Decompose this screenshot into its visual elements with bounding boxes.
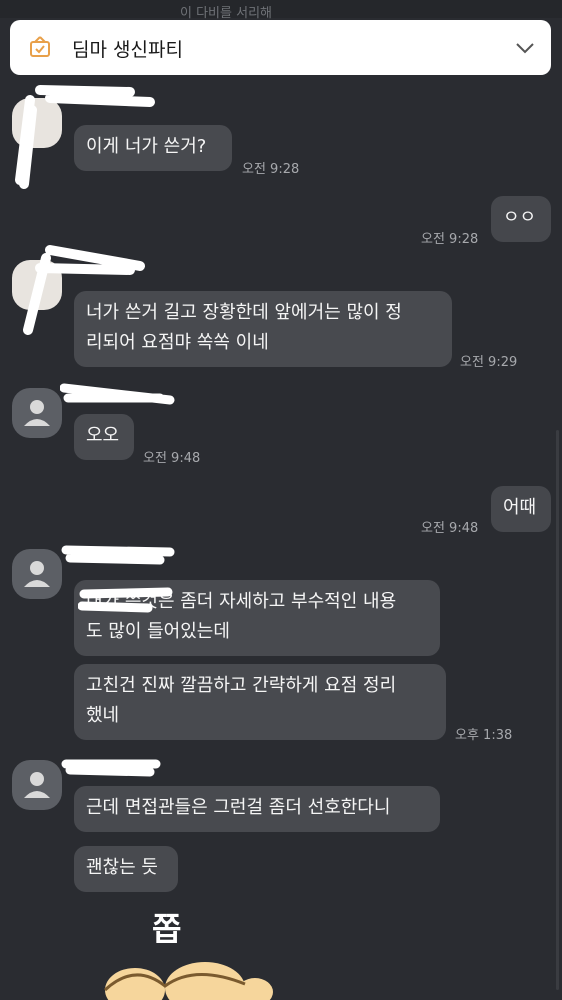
redaction-scribble [61, 759, 161, 777]
redaction-scribble [78, 587, 173, 613]
top-strip: 이 다비를 서리해 [0, 0, 562, 21]
message-time: 오전 9:28 [421, 232, 479, 247]
gift-box-icon [28, 35, 52, 59]
avatar[interactable] [12, 388, 62, 438]
chevron-down-icon[interactable] [515, 38, 535, 58]
message-bubble-incoming[interactable]: 근데 면접관들은 그런걸 좀더 선호한다니 [74, 786, 440, 832]
scrollbar[interactable] [556, 430, 559, 990]
message-time: 오전 9:29 [460, 355, 518, 370]
bear-sticker[interactable] [95, 960, 275, 1000]
sticker-text: 쫍 [152, 910, 182, 948]
message-bubble-outgoing[interactable]: ㅇㅇ [491, 196, 551, 242]
redaction-scribble [61, 545, 175, 565]
avatar[interactable] [12, 760, 62, 810]
message-time: 오전 9:48 [421, 521, 479, 536]
message-bubble-incoming[interactable]: 이게 너가 쓴거? [74, 125, 232, 171]
avatar[interactable] [12, 549, 62, 599]
message-bubble-incoming[interactable]: 너가 쓴거 길고 장황한데 앞에거는 많이 정 리되어 요점먀 쏙쏙 이네 [74, 291, 452, 367]
message-bubble-incoming[interactable]: 괜찮는 듯 [74, 846, 178, 892]
message-bubble-incoming[interactable]: 고친건 진짜 깔끔하고 간략하게 요점 정리 했네 [74, 664, 446, 740]
message-time: 오전 9:48 [143, 451, 201, 466]
top-strip-text: 이 다비를 서리해 [180, 6, 272, 21]
message-bubble-outgoing[interactable]: 어때 [491, 486, 551, 532]
pinned-notice-bar[interactable]: 딤마 생신파티 [10, 20, 551, 75]
redaction-scribble [60, 383, 175, 405]
message-bubble-incoming[interactable]: 오오 [74, 414, 134, 460]
notice-title: 딤마 생신파티 [72, 39, 183, 61]
message-time: 오전 9:28 [242, 162, 300, 177]
message-time: 오후 1:38 [455, 728, 513, 743]
